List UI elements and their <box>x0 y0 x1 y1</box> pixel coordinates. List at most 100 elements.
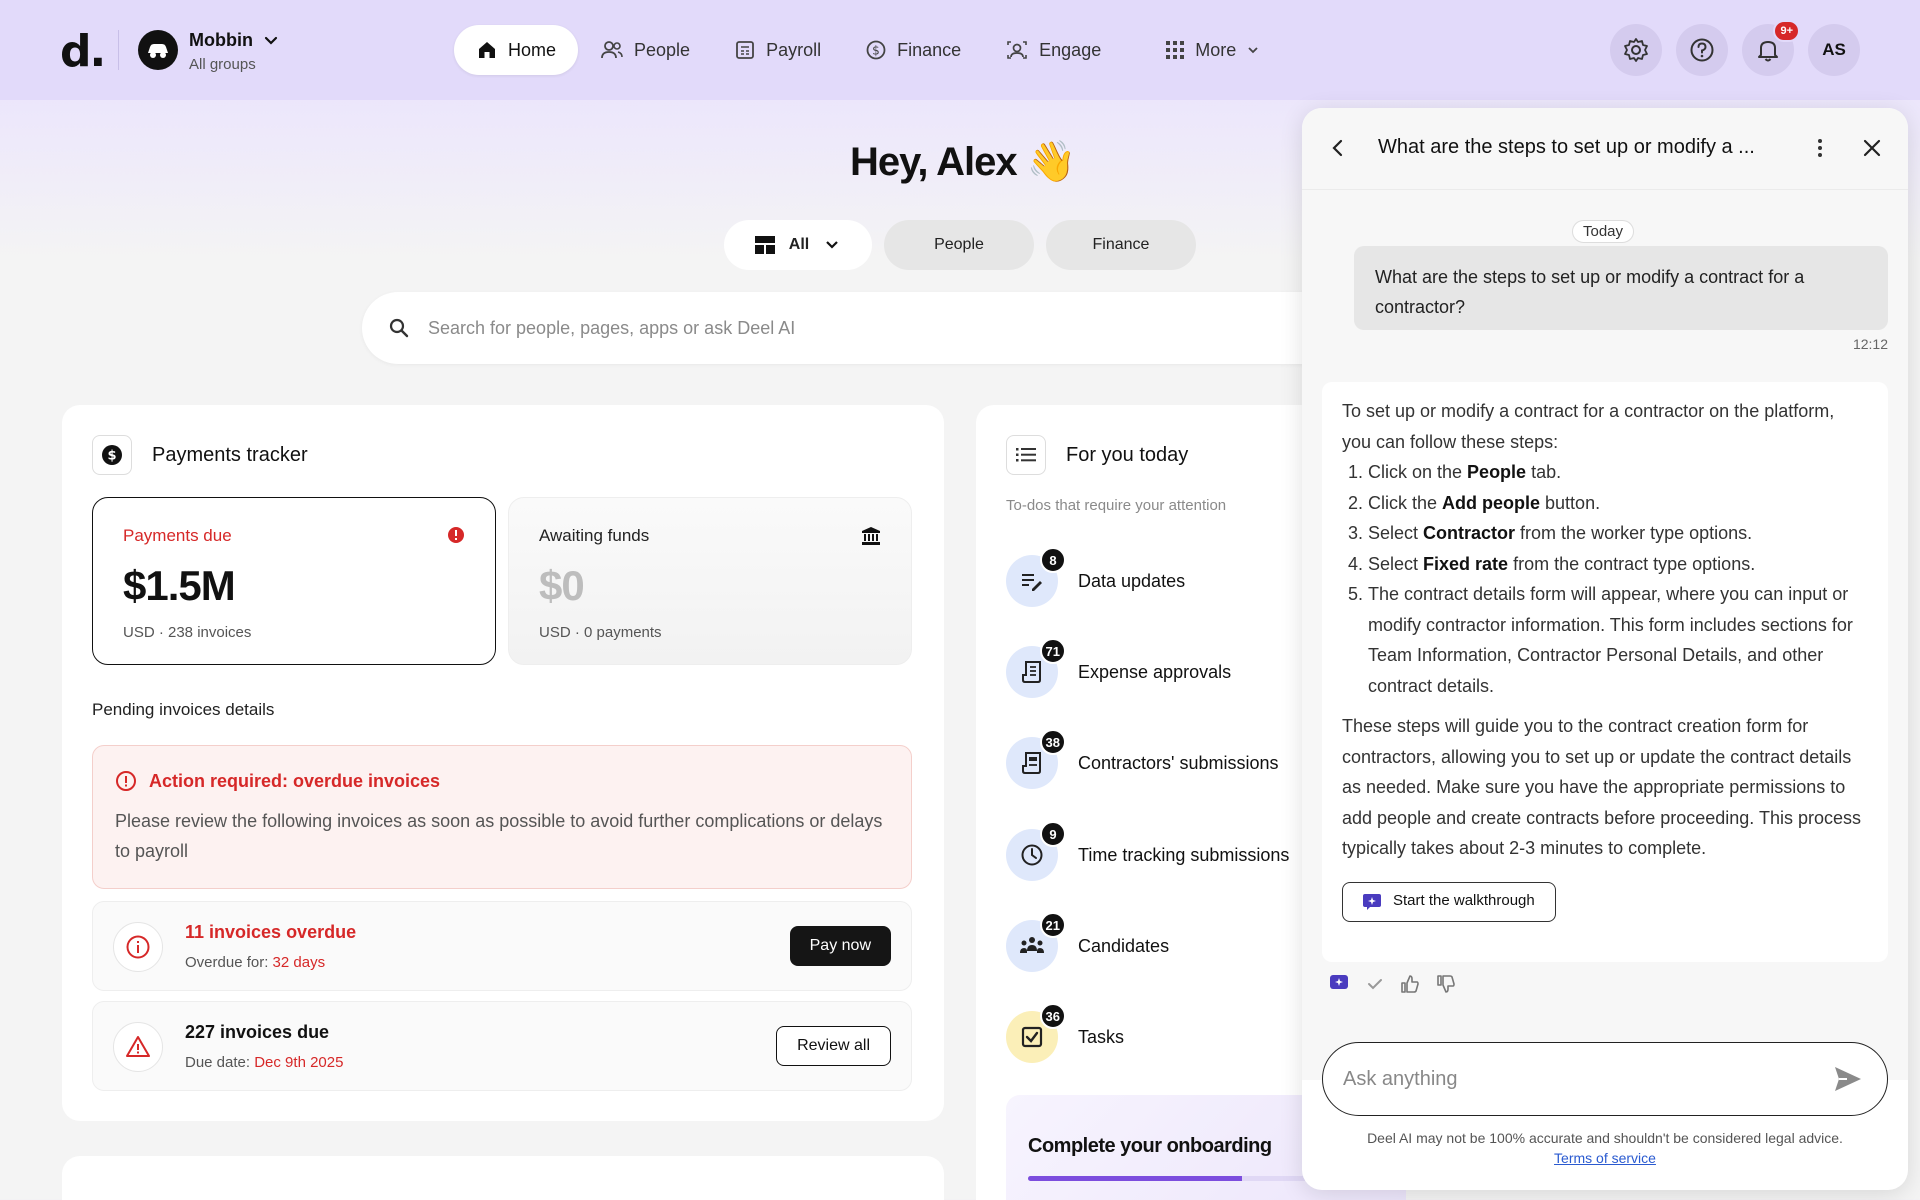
todo-count: 38 <box>1039 729 1066 755</box>
thumbs-up-icon[interactable] <box>1400 974 1420 994</box>
todo-time-tracking[interactable]: 9 Time tracking submissions <box>1006 821 1289 881</box>
greeting: Hey, Alex 👋 <box>850 138 1077 185</box>
todo-data-updates[interactable]: 8 Data updates <box>1006 547 1186 607</box>
payments-title: Payments tracker <box>152 443 308 466</box>
pay-now-button[interactable]: Pay now <box>789 926 891 966</box>
todo-expense-approvals[interactable]: 71 Expense approvals <box>1006 638 1231 698</box>
thumbs-down-icon[interactable] <box>1436 974 1456 994</box>
engage-icon <box>1007 41 1027 59</box>
nav-more[interactable]: More <box>1143 25 1282 75</box>
ai-message: To set up or modify a contract for a con… <box>1322 382 1888 962</box>
dashboard-icon <box>754 236 775 254</box>
todo-label: Candidates <box>1078 935 1170 956</box>
today-subtitle: To-dos that require your attention <box>1006 497 1227 514</box>
overdue-icon-box <box>113 922 163 972</box>
search-input[interactable] <box>428 317 1228 339</box>
message-time: 12:12 <box>1852 336 1888 352</box>
greeting-text: Hey, Alex <box>850 140 1018 184</box>
nav-home-label: Home <box>508 39 557 60</box>
overdue-duration: Overdue for: 32 days <box>185 954 325 971</box>
bank-icon <box>862 527 880 545</box>
svg-text:$: $ <box>107 449 116 464</box>
ai-steps: Click on the People tab. Click the Add p… <box>1342 457 1868 701</box>
overdue-alert: Action required: overdue invoices Please… <box>92 745 912 889</box>
settings-button[interactable] <box>1610 24 1662 76</box>
filter-all[interactable]: All <box>724 220 872 270</box>
deel-ai-icon <box>1330 975 1348 989</box>
finance-icon: $ <box>866 40 886 60</box>
alert-title-text: Action required: overdue invoices <box>149 770 441 791</box>
filter-chips: All People Finance <box>724 220 1196 270</box>
search-icon <box>389 318 409 338</box>
due-invoices-row: 227 invoices due Due date: Dec 9th 2025 … <box>92 1001 912 1091</box>
due-date-label: Due date: <box>185 1054 255 1071</box>
ai-step: Select Contractor from the worker type o… <box>1368 518 1868 549</box>
chat-messages[interactable]: Today What are the steps to set up or mo… <box>1302 190 1908 1080</box>
awaiting-funds-label: Awaiting funds <box>539 526 650 545</box>
checkbox-icon <box>1021 1026 1043 1048</box>
todo-icon-box: 8 <box>1006 547 1066 607</box>
nav-engage[interactable]: Engage <box>983 25 1123 75</box>
awaiting-funds-tile[interactable]: Awaiting funds $0 USD · 0 payments <box>508 497 912 665</box>
notifications-button[interactable]: 9+ <box>1742 20 1800 76</box>
todo-candidates[interactable]: 21 Candidates <box>1006 912 1170 972</box>
check-icon[interactable] <box>1366 975 1384 993</box>
due-date: Due date: Dec 9th 2025 <box>185 1054 343 1071</box>
ai-intro: To set up or modify a contract for a con… <box>1342 401 1835 452</box>
org-name[interactable]: Mobbin <box>189 30 253 51</box>
more-vertical-icon[interactable] <box>1808 136 1832 160</box>
todo-contractors-submissions[interactable]: 38 Contractors' submissions <box>1006 729 1279 789</box>
todo-count: 9 <box>1040 821 1066 847</box>
filter-people[interactable]: People <box>884 220 1034 270</box>
review-all-button[interactable]: Review all <box>776 1026 891 1066</box>
terms-of-service-link[interactable]: Terms of service <box>1554 1150 1656 1166</box>
global-search[interactable] <box>362 292 1362 364</box>
group-icon <box>1020 937 1044 953</box>
grid-icon <box>1166 41 1185 59</box>
wave-emoji: 👋 <box>1026 140 1077 184</box>
today-header: For you today <box>1006 435 1188 475</box>
todo-icon-box: 21 <box>1006 912 1066 972</box>
people-icon <box>601 41 623 59</box>
overdue-days: 32 days <box>272 954 326 971</box>
onboarding-progress-fill <box>1028 1176 1242 1181</box>
deel-logo[interactable]: d. <box>60 26 106 77</box>
nav-finance[interactable]: $ Finance <box>843 25 983 75</box>
due-invoices-title: 227 invoices due <box>185 1022 330 1042</box>
home-icon <box>479 42 495 58</box>
todo-icon-box: 71 <box>1006 638 1066 698</box>
nav-engage-label: Engage <box>1039 39 1102 60</box>
chevron-left-icon[interactable] <box>1326 136 1350 160</box>
awaiting-funds-sub: USD · 0 payments <box>539 624 662 641</box>
payments-due-tile[interactable]: Payments due $1.5M USD · 238 invoices <box>92 497 496 665</box>
todo-label: Data updates <box>1078 570 1186 591</box>
ai-step: The contract details form will appear, w… <box>1368 579 1868 701</box>
nav-home[interactable]: Home <box>454 25 579 75</box>
todo-icon-box: 38 <box>1006 729 1066 789</box>
payments-header: $ Payments tracker <box>92 435 308 475</box>
chat-input[interactable] <box>1343 1067 1813 1091</box>
nav-people[interactable]: People <box>578 25 712 75</box>
ai-chat-panel: What are the steps to set up or modify a… <box>1302 108 1908 1190</box>
chevron-down-icon <box>1248 47 1258 54</box>
filter-finance[interactable]: Finance <box>1046 220 1196 270</box>
help-button[interactable] <box>1676 24 1728 76</box>
nav-finance-label: Finance <box>897 39 962 60</box>
alert-title: Action required: overdue invoices <box>115 770 889 792</box>
send-icon[interactable] <box>1833 1065 1863 1093</box>
org-avatar[interactable] <box>138 30 178 70</box>
chat-input-box[interactable] <box>1322 1042 1888 1116</box>
todo-tasks[interactable]: 36 Tasks <box>1006 1003 1124 1063</box>
user-avatar[interactable]: AS <box>1808 24 1860 76</box>
chevron-down-icon[interactable] <box>262 32 280 50</box>
walkthrough-icon <box>1363 893 1381 910</box>
list-icon <box>1016 448 1036 462</box>
todo-label: Contractors' submissions <box>1078 752 1279 773</box>
payments-due-label: Payments due <box>123 526 232 545</box>
nav-payroll[interactable]: Payroll <box>712 25 843 75</box>
start-walkthrough-button[interactable]: Start the walkthrough <box>1342 881 1556 922</box>
close-icon[interactable] <box>1860 136 1884 160</box>
payments-icon-box: $ <box>92 435 132 475</box>
document-icon <box>1022 752 1041 774</box>
nav-payroll-label: Payroll <box>766 39 822 60</box>
